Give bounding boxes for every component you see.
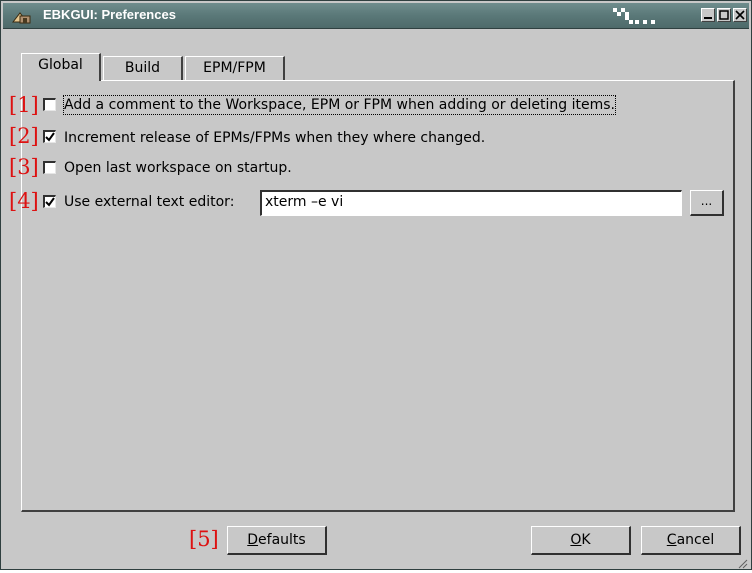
add-comment-label: Add a comment to the Workspace, EPM or F… bbox=[63, 95, 616, 115]
ok-mnemonic: O bbox=[570, 532, 582, 548]
title-bar[interactable]: EBKGUI: Preferences bbox=[3, 3, 749, 29]
open-last-workspace-label: Open last workspace on startup. bbox=[64, 160, 292, 176]
preferences-window: EBKGUI: Preferences Global Build EPM/FPM… bbox=[0, 0, 752, 570]
close-button[interactable] bbox=[733, 8, 747, 22]
annotation-marker-4: [4] bbox=[9, 189, 39, 213]
minimize-icon bbox=[704, 17, 712, 19]
maximize-button[interactable] bbox=[717, 8, 731, 22]
defaults-mnemonic: D bbox=[247, 532, 259, 548]
editor-command-input[interactable]: xterm –e vi bbox=[260, 190, 682, 216]
external-editor-checkbox[interactable] bbox=[43, 195, 56, 208]
external-editor-label: Use external text editor: bbox=[64, 194, 235, 210]
open-last-workspace-checkbox[interactable] bbox=[43, 161, 56, 174]
tab-global[interactable]: Global bbox=[21, 53, 101, 81]
minimize-button[interactable] bbox=[701, 8, 715, 22]
add-comment-checkbox[interactable] bbox=[43, 98, 56, 111]
ok-label: K bbox=[581, 532, 591, 548]
annotation-marker-2: [2] bbox=[9, 124, 39, 148]
browse-editor-button[interactable]: ... bbox=[690, 190, 724, 216]
checkmark-icon bbox=[45, 197, 55, 207]
defaults-label: efaults bbox=[258, 532, 306, 548]
maximize-icon bbox=[719, 10, 729, 20]
cancel-label: ancel bbox=[676, 532, 715, 548]
increment-release-checkbox[interactable] bbox=[43, 130, 56, 143]
cancel-button[interactable]: Cancel bbox=[641, 526, 741, 555]
ok-button[interactable]: OK bbox=[531, 526, 631, 555]
increment-release-label: Increment release of EPMs/FPMs when they… bbox=[64, 130, 486, 146]
window-title: EBKGUI: Preferences bbox=[43, 7, 176, 22]
close-icon bbox=[735, 10, 745, 20]
annotation-marker-3: [3] bbox=[9, 155, 39, 179]
defaults-button[interactable]: Defaults bbox=[227, 526, 327, 555]
annotation-marker-5: [5] bbox=[189, 527, 219, 551]
checkmark-icon bbox=[45, 132, 55, 142]
resize-grip-icon[interactable] bbox=[736, 554, 748, 569]
tab-build[interactable]: Build bbox=[103, 56, 183, 80]
app-icon bbox=[11, 7, 33, 25]
annotation-marker-1: [1] bbox=[9, 93, 39, 117]
tab-epm-fpm[interactable]: EPM/FPM bbox=[185, 56, 285, 80]
cancel-mnemonic: C bbox=[666, 532, 677, 548]
titlebar-decoration-icon bbox=[611, 6, 659, 26]
